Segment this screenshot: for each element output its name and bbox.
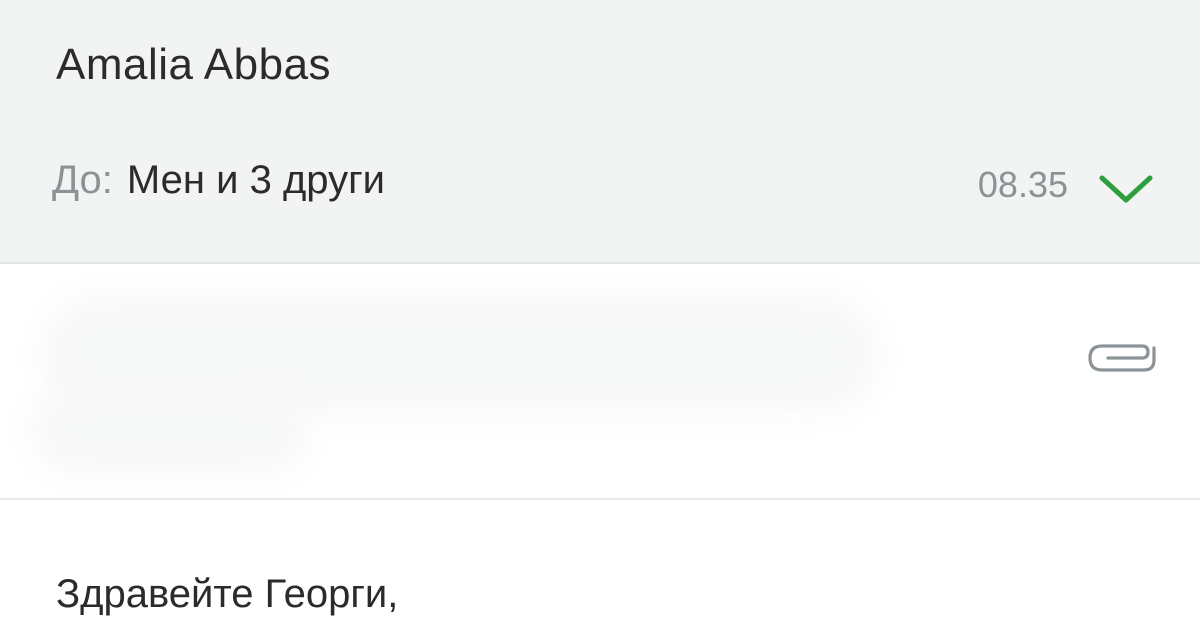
chevron-down-icon[interactable] xyxy=(1098,168,1154,208)
email-message-view: Amalia Abbas До: Мен и 3 други 08.35 Здра… xyxy=(0,0,1200,630)
blurred-content xyxy=(30,384,310,474)
sender-name: Amalia Abbas xyxy=(56,40,332,89)
message-greeting: Здравейте Георги, xyxy=(56,572,399,616)
to-label: До: xyxy=(52,158,113,202)
recipients-line[interactable]: До: Мен и 3 други xyxy=(52,158,385,203)
recipients-summary[interactable]: Мен и 3 други xyxy=(127,158,385,202)
message-header[interactable]: Amalia Abbas До: Мен и 3 други 08.35 xyxy=(0,0,1200,264)
subject-area xyxy=(0,264,1200,500)
message-time: 08.35 xyxy=(977,164,1068,205)
paperclip-icon xyxy=(1088,344,1156,372)
